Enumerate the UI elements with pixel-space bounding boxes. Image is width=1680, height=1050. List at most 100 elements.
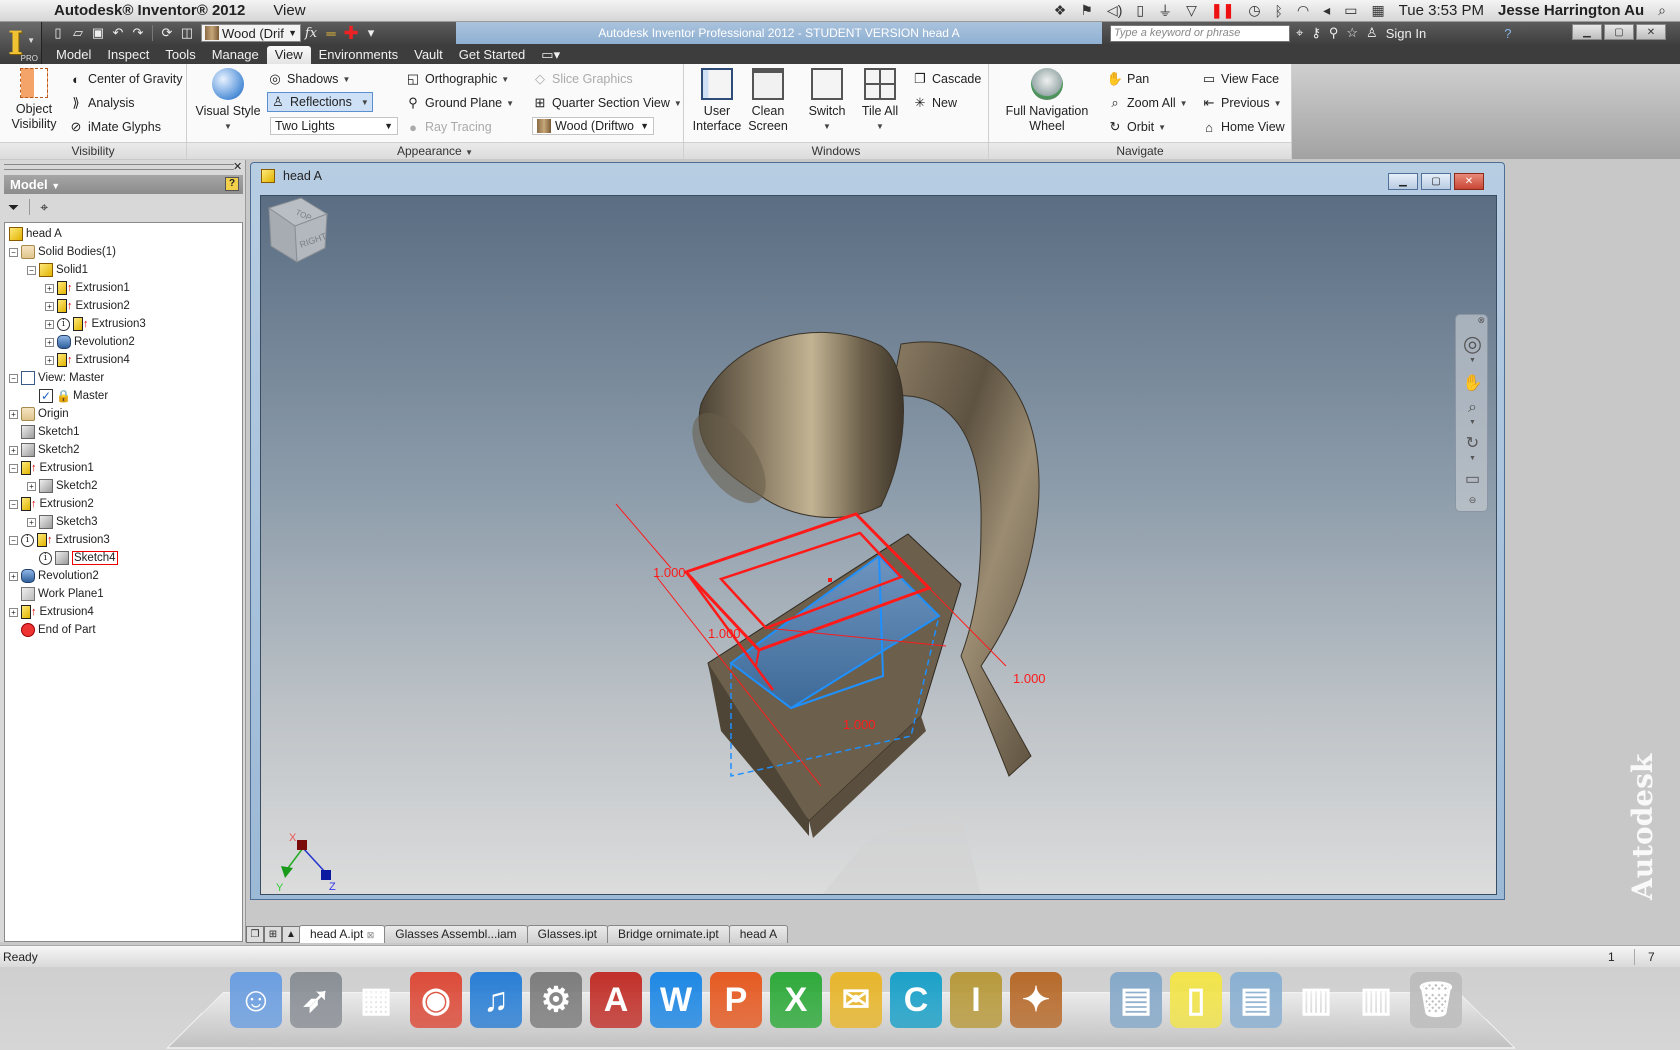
key-icon[interactable]: ⚷ [1311,25,1321,41]
quarter-section-view-button[interactable]: ⊞ Quarter Section View ▼ [532,95,682,111]
chevron-down-icon[interactable]: ▼ [1456,419,1489,426]
dock-stack-2-icon[interactable]: ▥ [1350,972,1402,1028]
customize-icon[interactable]: ⊖ [1456,495,1489,506]
redo-icon[interactable]: ↷ [128,24,148,42]
tab-get-started[interactable]: Get Started [451,46,533,64]
sketch-point[interactable] [828,578,832,582]
orbit-icon[interactable]: ↻ [1456,433,1489,453]
dropbox-icon[interactable]: ❖ [1054,2,1067,19]
tree-node[interactable]: − ↑ Extrusion1 [5,459,242,477]
orthographic-button[interactable]: ◱ Orthographic ▼ [405,71,509,87]
tab-manage[interactable]: Manage [204,46,267,64]
collapse-icon[interactable]: − [9,373,18,383]
collapse-icon[interactable]: − [27,265,36,275]
chevron-down-icon[interactable]: ▼ [361,98,369,107]
tile-all-button[interactable]: Tile All ▼ [856,68,904,134]
dock-system-preferences-icon[interactable]: ⚙ [530,972,582,1028]
tab-model[interactable]: Model [48,46,99,64]
tree-node[interactable]: + ↑ Extrusion4 [5,603,242,621]
analysis-button[interactable]: ⟫ Analysis [68,95,134,111]
plug-icon[interactable]: ⏚ [1158,1,1172,21]
calendar-icon[interactable]: ▦ [1371,2,1384,19]
dimension-label[interactable]: 1.000 [1013,671,1046,686]
filter-icon[interactable]: ⏷ [8,199,19,216]
tree-node[interactable]: i Sketch4 [5,549,242,567]
dock-stack-1-icon[interactable]: ▥ [1290,972,1342,1028]
ray-tracing-button[interactable]: ● Ray Tracing [405,119,492,135]
undo-icon[interactable]: ↶ [108,24,128,42]
chevron-down-icon[interactable]: ▼ [1456,357,1489,364]
slice-graphics-button[interactable]: ◇ Slice Graphics [532,71,633,87]
graphics-viewport[interactable]: 1.000 1.000 1.000 1.000 X Y Z TOP RIGHT … [260,195,1497,895]
dock-trash-icon[interactable]: 🗑 [1410,972,1462,1028]
save-icon[interactable]: ▣ [88,24,108,42]
tree-node[interactable]: + Revolution2 [5,567,242,585]
add-icon[interactable]: ✚ [341,23,361,43]
tree-node[interactable]: − ↑ Extrusion2 [5,495,242,513]
home-view-button[interactable]: ⌂ Home View [1201,119,1285,135]
update-icon[interactable]: ⟳ [157,24,177,42]
binoculars-icon[interactable]: ⌖ [40,199,48,216]
dock-downloads-folder-icon[interactable]: ▤ [1230,972,1282,1028]
browser-grip[interactable] [4,164,234,170]
dock-applications-folder-icon[interactable]: ▤ [1110,972,1162,1028]
close-icon[interactable]: ⊠ [367,930,375,940]
tree-node[interactable]: − i ↑ Extrusion3 [5,531,242,549]
apple-menu-icon[interactable] [20,2,40,20]
cascade-button[interactable]: ❐ Cascade [912,71,981,87]
tab-inspect[interactable]: Inspect [99,46,157,64]
pan-button[interactable]: ✋ Pan [1107,71,1149,87]
ribbon-display-toggle-icon[interactable]: ▭▾ [533,46,568,64]
restore-button[interactable]: ▢ [1604,24,1634,40]
view-face-button[interactable]: ▭ View Face [1201,71,1279,87]
expand-icon[interactable]: + [9,607,18,617]
expand-icon[interactable]: + [9,445,18,455]
expand-icon[interactable]: + [27,517,36,527]
collapse-icon[interactable]: − [9,247,18,257]
dock-inventor-icon[interactable]: I [950,972,1002,1028]
tree-node[interactable]: Sketch1 [5,423,242,441]
speaker-icon[interactable]: ◂ [1323,2,1330,19]
doc-restore-button[interactable]: ▢ [1421,173,1451,190]
shadows-button[interactable]: ◎ Shadows ▼ [267,71,350,87]
dock-outlook-icon[interactable]: ✉ [830,972,882,1028]
tab-list-icon[interactable]: ▲ [282,926,300,943]
spotlight-icon[interactable]: ⌕ [1658,2,1666,19]
browser-header[interactable]: Model ▼ ? [4,175,243,194]
new-file-icon[interactable]: ▯ [48,24,68,42]
menu-view[interactable]: View [273,2,305,19]
dimension-label[interactable]: 1.000 [843,717,876,732]
tree-node[interactable]: + Sketch3 [5,513,242,531]
clean-screen-button[interactable]: Clean Screen [744,68,792,134]
full-navigation-wheel-button[interactable]: Full Navigation Wheel [999,68,1095,134]
tree-node[interactable]: − Solid1 [5,261,242,279]
previous-view-button[interactable]: ⇤ Previous ▼ [1201,95,1282,111]
close-button[interactable]: ✕ [1636,24,1666,40]
cascade-windows-icon[interactable]: ❐ [246,926,264,943]
satellite-icon[interactable]: ⚲ [1329,25,1339,41]
zoom-icon[interactable]: ⌕ [1456,399,1489,417]
ground-plane-button[interactable]: ⚲ Ground Plane ▼ [405,95,514,111]
tree-node[interactable]: + Sketch2 [5,477,242,495]
application-menu-button[interactable]: I ▼ PRO [0,22,42,64]
doc-tab-bridge-ornimate[interactable]: Bridge ornimate.ipt [607,925,730,943]
visual-style-button[interactable]: Visual Style ▼ [195,68,261,134]
tab-view[interactable]: View [266,46,311,64]
volume-icon[interactable]: ◁) [1107,2,1122,19]
dock-launchpad-icon[interactable]: ➶ [290,972,342,1028]
orbit-button[interactable]: ↻ Orbit ▼ [1107,119,1166,135]
customize-icon[interactable]: ▾ [361,24,381,42]
view-face-icon[interactable]: ▭ [1456,469,1489,489]
binoculars-icon[interactable]: ⌖ [1296,25,1303,41]
pause-icon[interactable]: ❚❚ [1211,2,1234,19]
expand-icon[interactable]: + [45,301,54,311]
object-visibility-button[interactable]: Object Visibility [6,68,62,132]
expand-icon[interactable]: + [9,571,18,581]
dock-autocad-icon[interactable]: A [590,972,642,1028]
doc-tab-glasses-assembly[interactable]: Glasses Assembl...iam [384,925,528,943]
dock-itunes-icon[interactable]: ♫ [470,972,522,1028]
user-icon[interactable]: ♙ [1366,25,1378,41]
close-icon[interactable]: ⊗ [1456,315,1489,326]
dock-word-icon[interactable]: W [650,972,702,1028]
tree-node[interactable]: End of Part [5,621,242,639]
